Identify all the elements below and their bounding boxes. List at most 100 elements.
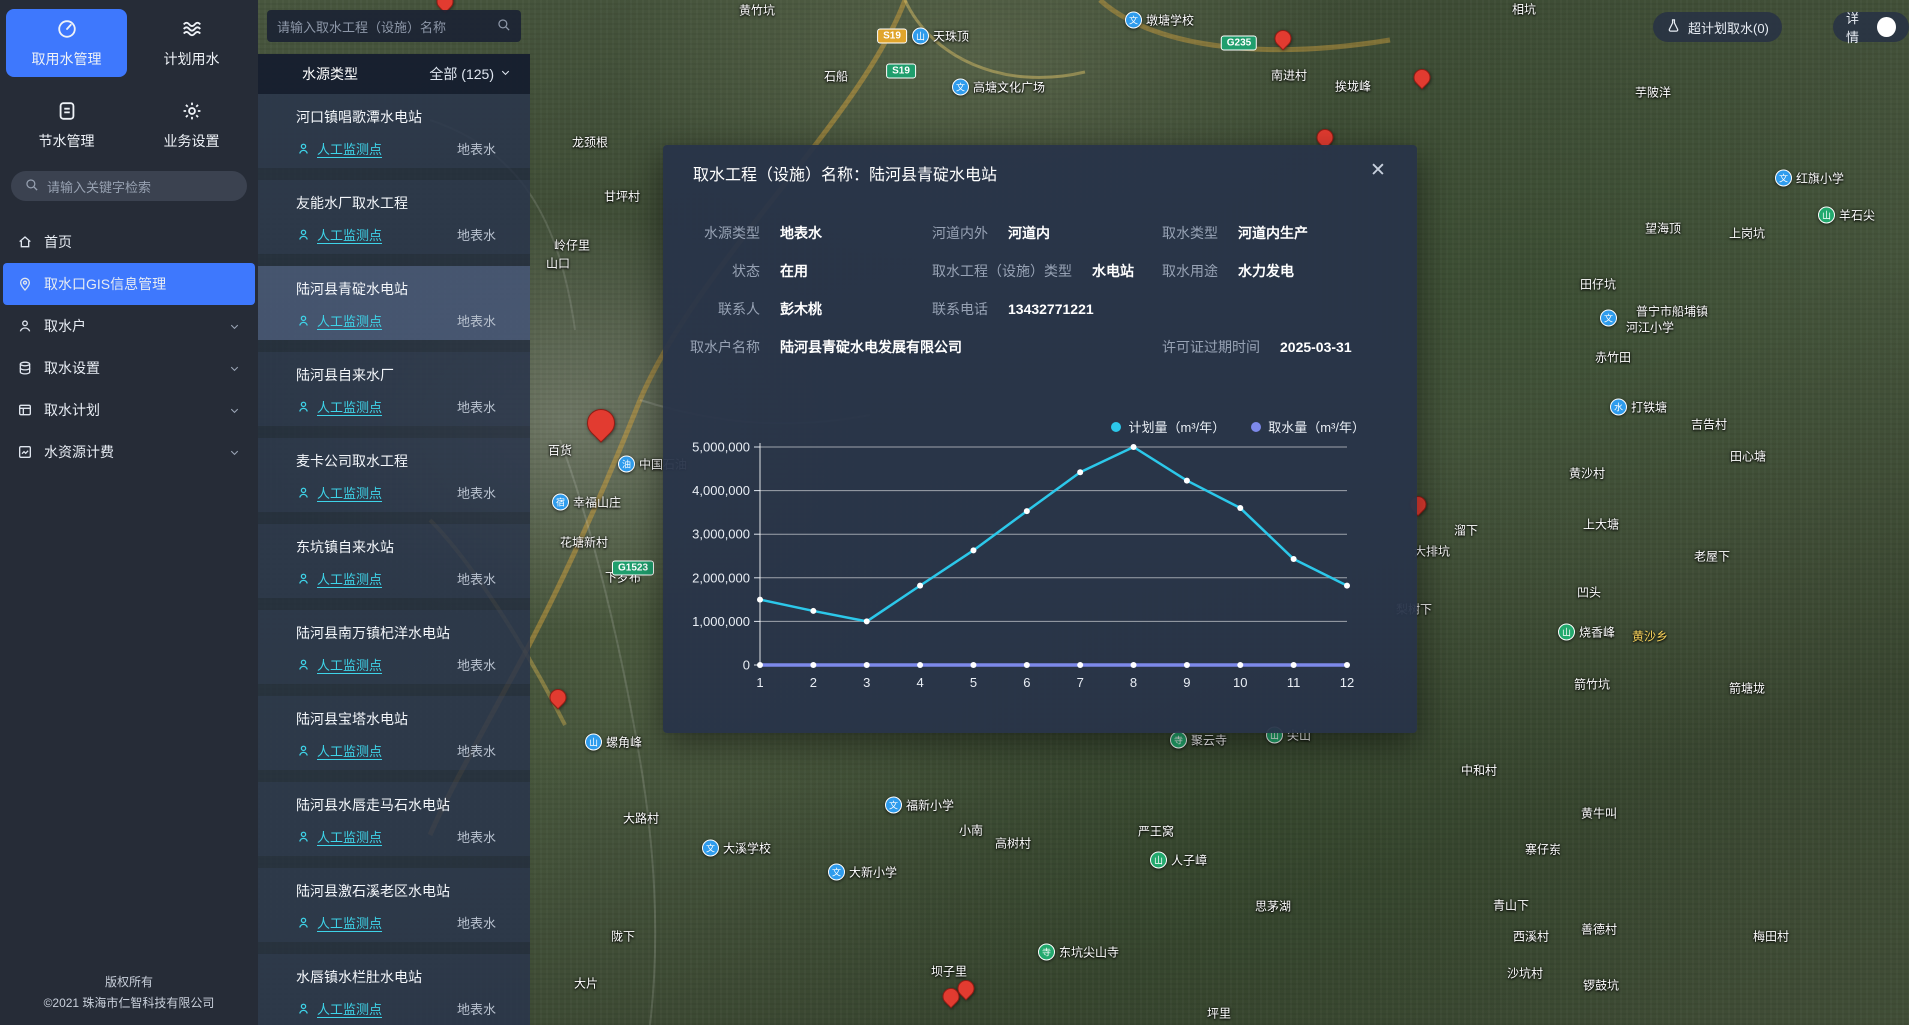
station-list-item[interactable]: 陆河县激石溪老区水电站 人工监测点地表水 xyxy=(258,868,530,942)
manual-monitor-link[interactable]: 人工监测点 xyxy=(296,139,382,158)
map-place-label: 严王窝 xyxy=(1138,823,1174,840)
red-location-pin[interactable] xyxy=(437,0,454,10)
blue-poi-icon: 文 xyxy=(1125,12,1142,29)
station-list-item[interactable]: 友能水厂取水工程 人工监测点地表水 xyxy=(258,180,530,254)
chevron-down-icon xyxy=(228,446,241,459)
map-place-label: 思茅湖 xyxy=(1255,898,1291,915)
module-gear[interactable]: 业务设置 xyxy=(131,91,252,159)
green-poi-icon: 山 xyxy=(1818,207,1835,224)
station-name: 友能水厂取水工程 xyxy=(296,193,496,213)
close-icon[interactable]: ✕ xyxy=(1365,157,1391,183)
manual-monitor-link[interactable]: 人工监测点 xyxy=(296,741,382,760)
module-waves[interactable]: 计划用水 xyxy=(131,9,252,77)
road-number-badge: G235 xyxy=(1221,36,1257,51)
map-poi-marker[interactable]: 文高塘文化广场 xyxy=(952,79,1045,96)
road-number-badge: S19 xyxy=(886,64,916,79)
legend-item[interactable]: 计划量（m³/年） xyxy=(1111,417,1225,436)
station-list-item[interactable]: 陆河县自来水厂 人工监测点地表水 xyxy=(258,352,530,426)
station-list-item[interactable]: 陆河县青碇水电站 人工监测点地表水 xyxy=(258,266,530,340)
map-place-label: 西溪村 xyxy=(1513,928,1549,945)
map-place-label: 坪里 xyxy=(1207,1005,1231,1022)
monitor-label: 人工监测点 xyxy=(317,139,382,158)
field-label: 河道内外 xyxy=(932,223,988,243)
map-poi-marker[interactable]: 山天珠顶 xyxy=(912,28,969,45)
red-location-pin[interactable] xyxy=(958,980,975,997)
station-list-item[interactable]: 陆河县水唇走马石水电站 人工监测点地表水 xyxy=(258,782,530,856)
station-search-input[interactable]: 请输入取水工程（设施）名称 xyxy=(267,10,521,42)
map-poi-marker[interactable]: 山烧香峰 xyxy=(1558,624,1615,641)
manual-monitor-link[interactable]: 人工监测点 xyxy=(296,913,382,932)
toggle-knob[interactable] xyxy=(1877,17,1896,37)
module-label: 业务设置 xyxy=(164,131,220,151)
map-poi-marker[interactable]: 寺聚云寺 xyxy=(1170,732,1227,749)
map-poi-marker[interactable]: 水打铁塘 xyxy=(1610,399,1667,416)
red-location-pin[interactable] xyxy=(587,409,615,437)
db-icon xyxy=(17,360,33,376)
water-type-label: 地表水 xyxy=(457,741,496,760)
manual-monitor-link[interactable]: 人工监测点 xyxy=(296,655,382,674)
blue-poi-icon: 文 xyxy=(702,840,719,857)
sidebar-item-billing[interactable]: 水资源计费 xyxy=(3,431,255,473)
sidebar-item-db[interactable]: 取水设置 xyxy=(3,347,255,389)
svg-text:3,000,000: 3,000,000 xyxy=(692,527,750,542)
map-place-label: 山口 xyxy=(546,255,570,272)
map-place-label: 上岗坑 xyxy=(1729,225,1765,242)
person-icon xyxy=(296,141,311,156)
module-doc[interactable]: 节水管理 xyxy=(6,91,127,159)
water-type-label: 地表水 xyxy=(457,569,496,588)
station-list-item[interactable]: 陆河县宝塔水电站 人工监测点地表水 xyxy=(258,696,530,770)
svg-text:3: 3 xyxy=(863,675,870,690)
map-place-label: 南进村 xyxy=(1271,67,1307,84)
red-location-pin[interactable] xyxy=(1414,69,1431,86)
red-location-pin[interactable] xyxy=(1275,30,1292,47)
manual-monitor-link[interactable]: 人工监测点 xyxy=(296,999,382,1018)
map-poi-marker[interactable]: 文红旗小学 xyxy=(1775,170,1844,187)
legend-item[interactable]: 取水量（m³/年） xyxy=(1251,417,1365,436)
sidebar-item-label: 取水计划 xyxy=(44,400,100,420)
map-place-label: 寨仔岽 xyxy=(1525,841,1561,858)
manual-monitor-link[interactable]: 人工监测点 xyxy=(296,225,382,244)
map-poi-marker[interactable]: 文福新小学 xyxy=(885,797,954,814)
sidebar-item-plan[interactable]: 取水计划 xyxy=(3,389,255,431)
map-poi-marker[interactable]: 文大新小学 xyxy=(828,864,897,881)
station-list-item[interactable]: 麦卡公司取水工程 人工监测点地表水 xyxy=(258,438,530,512)
manual-monitor-link[interactable]: 人工监测点 xyxy=(296,397,382,416)
manual-monitor-link[interactable]: 人工监测点 xyxy=(296,827,382,846)
keyword-search-input[interactable]: 请输入关键字检索 xyxy=(11,171,247,201)
red-location-pin[interactable] xyxy=(550,689,567,706)
module-gauge[interactable]: 取用水管理 xyxy=(6,9,127,77)
map-poi-marker[interactable]: 山螺角峰 xyxy=(585,734,642,751)
sidebar-item-user[interactable]: 取水户 xyxy=(3,305,255,347)
person-icon xyxy=(296,915,311,930)
map-poi-marker[interactable]: 文 xyxy=(1600,310,1617,327)
map-place-label: 黄牛叫 xyxy=(1581,805,1617,822)
detail-toggle[interactable]: 详情 xyxy=(1833,12,1909,42)
map-poi-marker[interactable]: 寺东坑尖山寺 xyxy=(1038,944,1119,961)
sidebar: 取用水管理计划用水节水管理业务设置 请输入关键字检索 首页取水口GIS信息管理取… xyxy=(0,0,258,1025)
map-place-label: 小南 xyxy=(959,822,983,839)
station-list-item[interactable]: 河口镇唱歌潭水电站 人工监测点地表水 xyxy=(258,94,530,168)
red-location-pin[interactable] xyxy=(1317,129,1334,146)
station-list-item[interactable]: 东坑镇自来水站 人工监测点地表水 xyxy=(258,524,530,598)
sidebar-item-home[interactable]: 首页 xyxy=(3,221,255,263)
manual-monitor-link[interactable]: 人工监测点 xyxy=(296,483,382,502)
station-name: 麦卡公司取水工程 xyxy=(296,451,496,471)
map-poi-marker[interactable]: 文大溪学校 xyxy=(702,840,771,857)
station-list-item[interactable]: 水唇镇水栏肚水电站 人工监测点地表水 xyxy=(258,954,530,1025)
map-place-label: 箭塘垅 xyxy=(1729,680,1765,697)
sidebar-item-pin[interactable]: 取水口GIS信息管理 xyxy=(3,263,255,305)
field-value: 彭木桃 xyxy=(780,299,822,319)
map-poi-marker[interactable]: 山人子嶂 xyxy=(1150,852,1207,869)
map-poi-marker[interactable]: 山羊石尖 xyxy=(1818,207,1875,224)
manual-monitor-link[interactable]: 人工监测点 xyxy=(296,311,382,330)
over-plan-intake-button[interactable]: 超计划取水(0) xyxy=(1653,12,1782,42)
map-poi-marker[interactable]: 宿幸福山庄 xyxy=(552,494,621,511)
map-poi-marker[interactable]: 文墩塘学校 xyxy=(1125,12,1194,29)
module-label: 取用水管理 xyxy=(32,49,102,69)
water-source-filter-dropdown[interactable]: 全部 (125) xyxy=(429,64,512,84)
monitor-label: 人工监测点 xyxy=(317,225,382,244)
manual-monitor-link[interactable]: 人工监测点 xyxy=(296,569,382,588)
map-place-label: 黄竹坑 xyxy=(739,2,775,19)
copyright-line1: 版权所有 xyxy=(0,972,258,992)
station-list-item[interactable]: 陆河县南万镇杞洋水电站 人工监测点地表水 xyxy=(258,610,530,684)
